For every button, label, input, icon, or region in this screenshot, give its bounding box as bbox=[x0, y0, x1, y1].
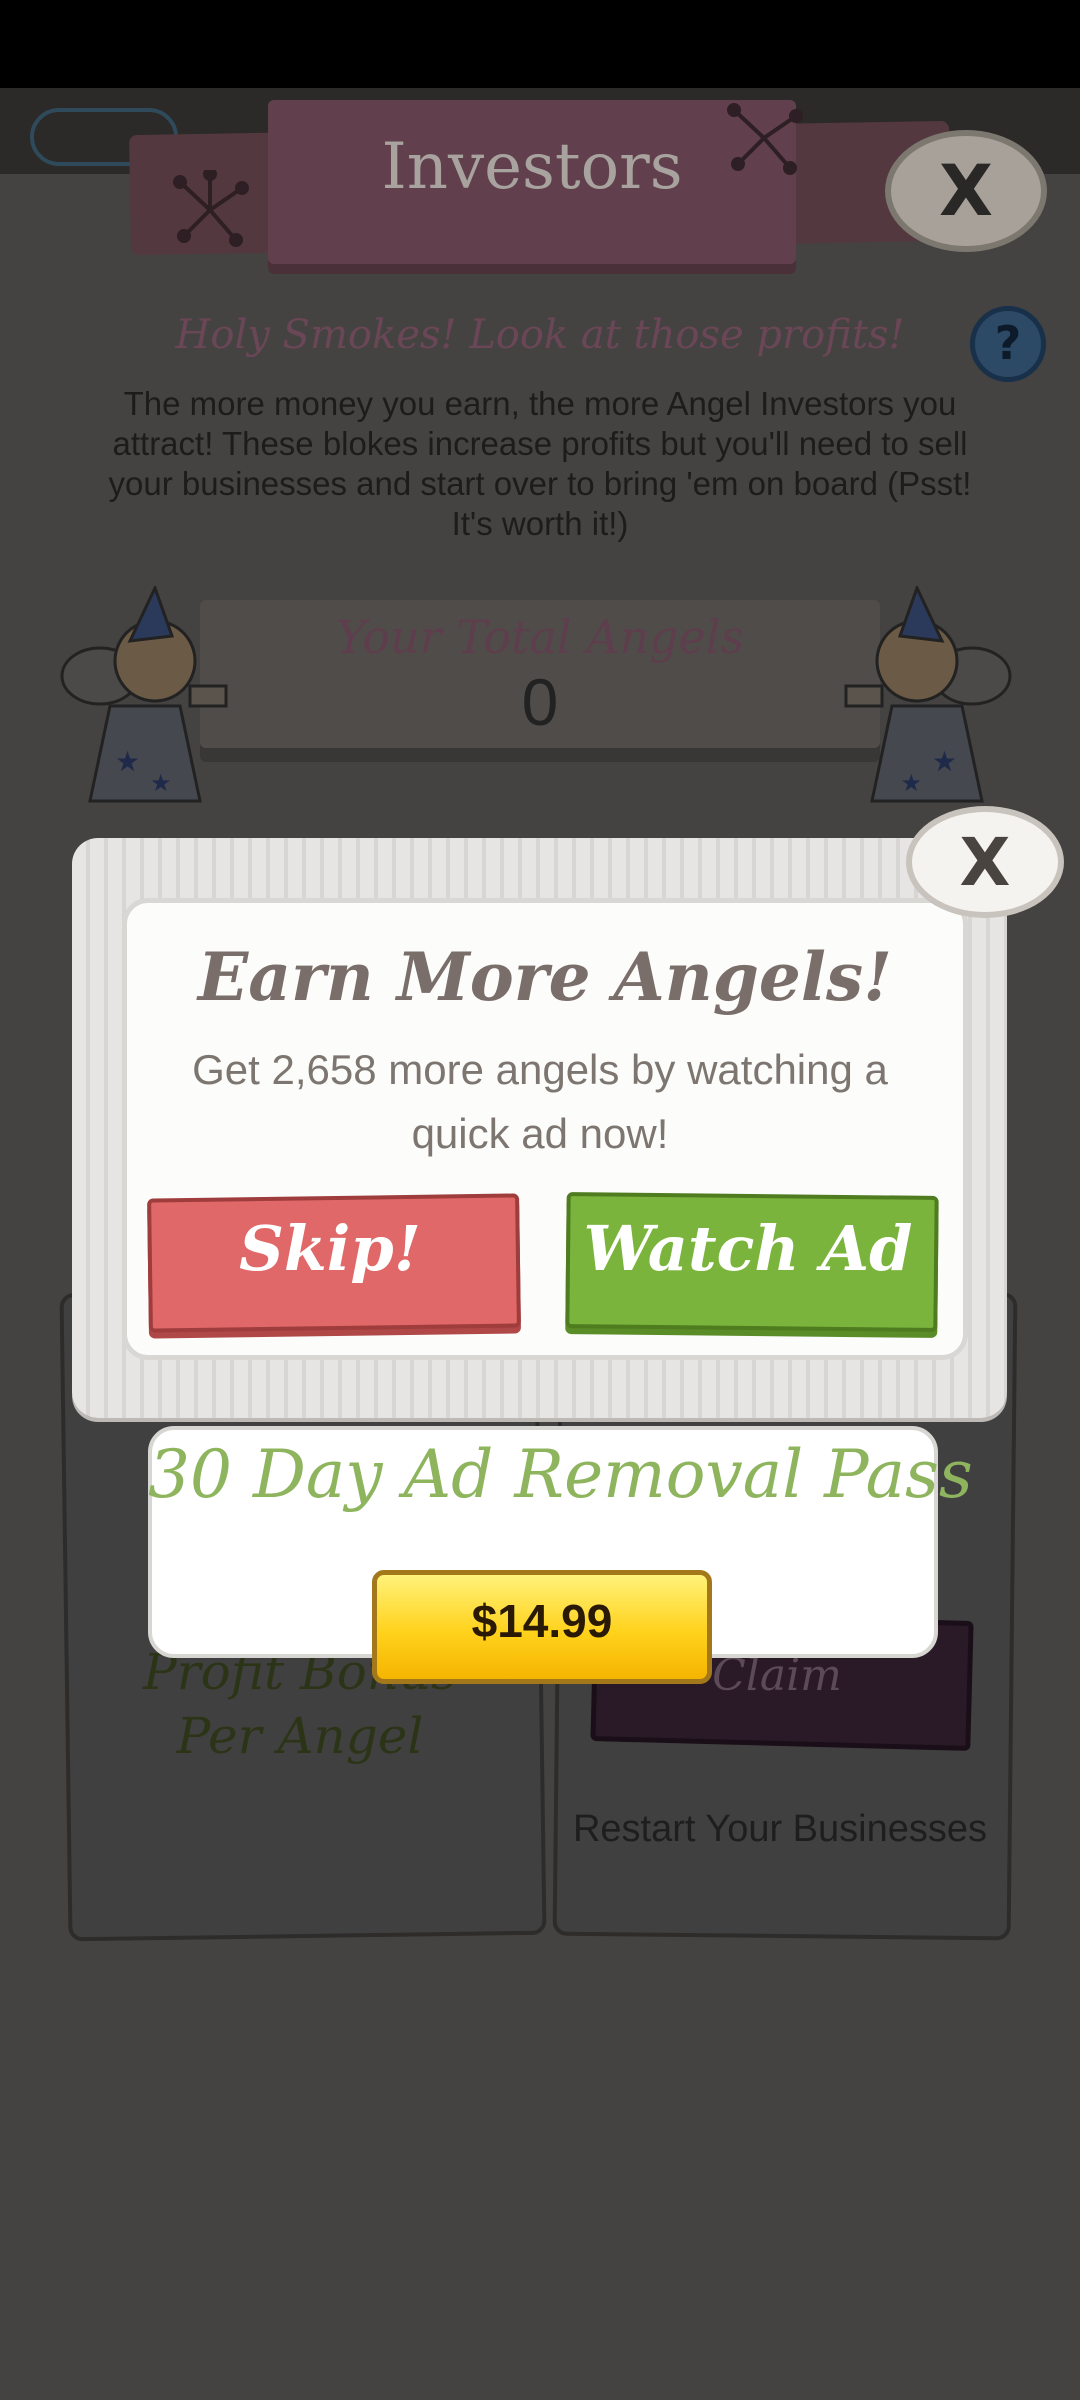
total-angels-label: Your Total Angels bbox=[335, 610, 745, 664]
ad-removal-title: 30 Day Ad Removal Pass bbox=[148, 1436, 973, 1513]
svg-text:★: ★ bbox=[115, 745, 140, 778]
status-bar bbox=[0, 0, 1080, 88]
dialog-message: Get 2,658 more angels by watching a quic… bbox=[192, 1046, 888, 1157]
restart-label: Restart Your Businesses bbox=[572, 1808, 987, 1850]
investors-description: The more money you earn, the more Angel … bbox=[108, 385, 972, 542]
svg-text:★: ★ bbox=[900, 769, 922, 797]
close-dialog-button[interactable]: X bbox=[906, 806, 1064, 918]
angel-mascot-icon: ★★ bbox=[844, 586, 1012, 803]
angel-mascot-icon: ★★ bbox=[60, 586, 228, 803]
close-icon: X bbox=[939, 150, 993, 232]
close-investors-button[interactable]: X bbox=[885, 130, 1047, 252]
help-button[interactable]: ? bbox=[970, 306, 1046, 382]
dialog-title: Earn More Angels! bbox=[197, 938, 893, 1016]
sparkle-icon bbox=[173, 170, 249, 247]
total-angels-value: 0 bbox=[521, 665, 559, 739]
svg-text:★: ★ bbox=[932, 745, 957, 778]
investors-heading: Holy Smokes! Look at those profits! bbox=[175, 312, 905, 358]
question-icon: ? bbox=[994, 316, 1022, 370]
page-title: Investors bbox=[381, 130, 683, 204]
watch-ad-button-label: Watch Ad bbox=[583, 1212, 913, 1285]
skip-button-label: Skip! bbox=[239, 1212, 421, 1285]
price-label: $14.99 bbox=[471, 1595, 613, 1647]
svg-text:★: ★ bbox=[150, 769, 172, 797]
close-icon: X bbox=[959, 823, 1011, 901]
